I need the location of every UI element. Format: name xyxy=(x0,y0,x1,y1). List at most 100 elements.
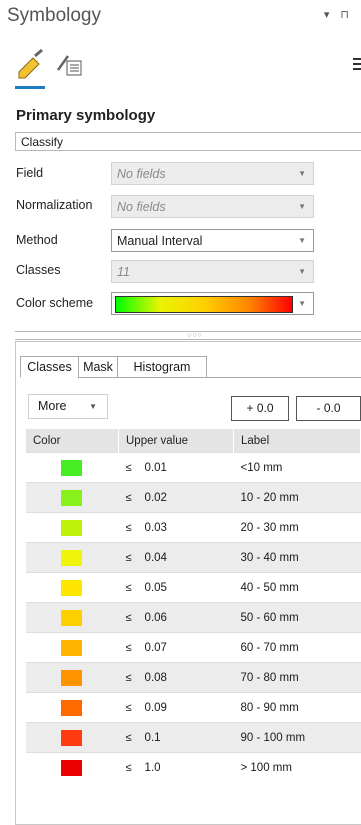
table-row[interactable]: ≤0.01 <10 mm xyxy=(26,452,361,483)
table-row[interactable]: ≤0.08 70 - 80 mm xyxy=(26,662,361,693)
upper-value-cell[interactable]: ≤0.02 xyxy=(118,482,234,513)
table-row[interactable]: ≤0.02 10 - 20 mm xyxy=(26,482,361,513)
label-cell[interactable]: 80 - 90 mm xyxy=(233,692,361,723)
color-swatch[interactable] xyxy=(61,609,82,626)
color-swatch[interactable] xyxy=(61,699,82,716)
color-swatch[interactable] xyxy=(61,519,82,536)
minus-value-button[interactable]: - 0.0 xyxy=(296,396,361,421)
normalization-value: No fields xyxy=(117,200,166,214)
le-symbol: ≤ xyxy=(125,491,132,504)
splitter-grip[interactable]: ○○○ xyxy=(187,332,203,339)
normalization-combo[interactable]: No fields ▼ xyxy=(111,195,314,218)
label-cell[interactable]: 40 - 50 mm xyxy=(233,572,361,603)
color-swatch[interactable] xyxy=(61,639,82,656)
le-symbol: ≤ xyxy=(125,521,132,534)
color-cell[interactable] xyxy=(26,602,119,633)
label-cell[interactable]: 90 - 100 mm xyxy=(233,722,361,753)
color-swatch[interactable] xyxy=(61,669,82,686)
upper-value-cell[interactable]: ≤0.1 xyxy=(118,722,234,753)
method-value: Manual Interval xyxy=(117,234,203,248)
classes-label: Classes xyxy=(16,263,61,277)
le-symbol: ≤ xyxy=(125,461,132,474)
splitter-bottom xyxy=(15,339,361,340)
table-row[interactable]: ≤0.06 50 - 60 mm xyxy=(26,602,361,633)
label-cell[interactable]: 30 - 40 mm xyxy=(233,542,361,573)
upper-value-cell[interactable]: ≤0.08 xyxy=(118,662,234,693)
label-cell[interactable]: 70 - 80 mm xyxy=(233,662,361,693)
upper-value-cell[interactable]: ≤0.03 xyxy=(118,512,234,543)
color-swatch[interactable] xyxy=(61,549,82,566)
label-cell[interactable]: 10 - 20 mm xyxy=(233,482,361,513)
more-label: More xyxy=(38,399,67,413)
upper-value-cell[interactable]: ≤0.09 xyxy=(118,692,234,723)
secondary-symbology-icon[interactable] xyxy=(54,48,84,80)
color-swatch[interactable] xyxy=(61,729,82,746)
color-cell[interactable] xyxy=(26,752,119,782)
color-cell[interactable] xyxy=(26,452,119,483)
tab-mask[interactable]: Mask xyxy=(78,356,118,378)
label-cell[interactable]: > 100 mm xyxy=(233,752,361,782)
table-row[interactable]: ≤0.05 40 - 50 mm xyxy=(26,572,361,603)
color-scheme-combo[interactable]: ▼ xyxy=(111,292,314,315)
chevron-down-icon: ▼ xyxy=(298,169,306,178)
color-cell[interactable] xyxy=(26,572,119,603)
label-cell[interactable]: 50 - 60 mm xyxy=(233,602,361,633)
label-cell[interactable]: 60 - 70 mm xyxy=(233,632,361,663)
color-swatch[interactable] xyxy=(61,759,82,776)
header-upper-value[interactable]: Upper value xyxy=(118,429,234,453)
le-symbol: ≤ xyxy=(125,761,132,774)
classes-table: Color Upper value Label ≤0.01 <10 mm ≤0.02… xyxy=(26,429,361,782)
table-row[interactable]: ≤0.04 30 - 40 mm xyxy=(26,542,361,573)
menu-icon[interactable] xyxy=(353,58,361,73)
table-header-row: Color Upper value Label xyxy=(26,429,361,453)
color-swatch[interactable] xyxy=(61,579,82,596)
plus-value-button[interactable]: + 0.0 xyxy=(231,396,289,421)
method-label: Method xyxy=(16,233,58,247)
upper-value: 0.07 xyxy=(144,641,167,654)
upper-value-cell[interactable]: ≤0.06 xyxy=(118,602,234,633)
color-cell[interactable] xyxy=(26,632,119,663)
upper-value-cell[interactable]: ≤0.07 xyxy=(118,632,234,663)
color-swatch[interactable] xyxy=(61,489,82,506)
chevron-down-icon: ▼ xyxy=(298,267,306,276)
pane-options-pin[interactable]: ▾ ⊓ xyxy=(324,8,353,21)
color-swatch[interactable] xyxy=(61,459,82,476)
le-symbol: ≤ xyxy=(125,641,132,654)
color-cell[interactable] xyxy=(26,722,119,753)
renderer-select[interactable]: Classify xyxy=(15,132,361,151)
color-cell[interactable] xyxy=(26,692,119,723)
chevron-down-icon: ▼ xyxy=(89,402,97,411)
active-tab-indicator xyxy=(15,86,45,89)
color-cell[interactable] xyxy=(26,542,119,573)
header-label[interactable]: Label xyxy=(233,429,361,453)
table-row[interactable]: ≤0.09 80 - 90 mm xyxy=(26,692,361,723)
primary-symbology-icon[interactable] xyxy=(15,48,45,80)
upper-value-cell[interactable]: ≤0.05 xyxy=(118,572,234,603)
color-cell[interactable] xyxy=(26,512,119,543)
more-button[interactable]: More ▼ xyxy=(28,394,108,419)
field-combo[interactable]: No fields ▼ xyxy=(111,162,314,185)
classes-combo[interactable]: 11 ▼ xyxy=(111,260,314,283)
table-row[interactable]: ≤0.03 20 - 30 mm xyxy=(26,512,361,543)
color-cell[interactable] xyxy=(26,482,119,513)
label-cell[interactable]: 20 - 30 mm xyxy=(233,512,361,543)
tab-classes[interactable]: Classes xyxy=(20,356,79,378)
le-symbol: ≤ xyxy=(125,581,132,594)
upper-value: 0.05 xyxy=(144,581,167,594)
table-row[interactable]: ≤1.0 > 100 mm xyxy=(26,752,361,782)
upper-value-cell[interactable]: ≤0.04 xyxy=(118,542,234,573)
chevron-down-icon: ▼ xyxy=(298,299,306,308)
table-row[interactable]: ≤0.1 90 - 100 mm xyxy=(26,722,361,753)
upper-value-cell[interactable]: ≤0.01 xyxy=(118,452,234,483)
table-row[interactable]: ≤0.07 60 - 70 mm xyxy=(26,632,361,663)
upper-value: 0.1 xyxy=(144,731,161,744)
upper-value-cell[interactable]: ≤1.0 xyxy=(118,752,234,782)
header-color[interactable]: Color xyxy=(26,429,119,453)
label-cell[interactable]: <10 mm xyxy=(233,452,361,483)
color-scheme-label: Color scheme xyxy=(16,296,94,310)
color-cell[interactable] xyxy=(26,662,119,693)
field-label: Field xyxy=(16,166,44,180)
tab-histogram[interactable]: Histogram xyxy=(117,356,207,378)
method-combo[interactable]: Manual Interval ▼ xyxy=(111,229,314,252)
le-symbol: ≤ xyxy=(125,611,132,624)
